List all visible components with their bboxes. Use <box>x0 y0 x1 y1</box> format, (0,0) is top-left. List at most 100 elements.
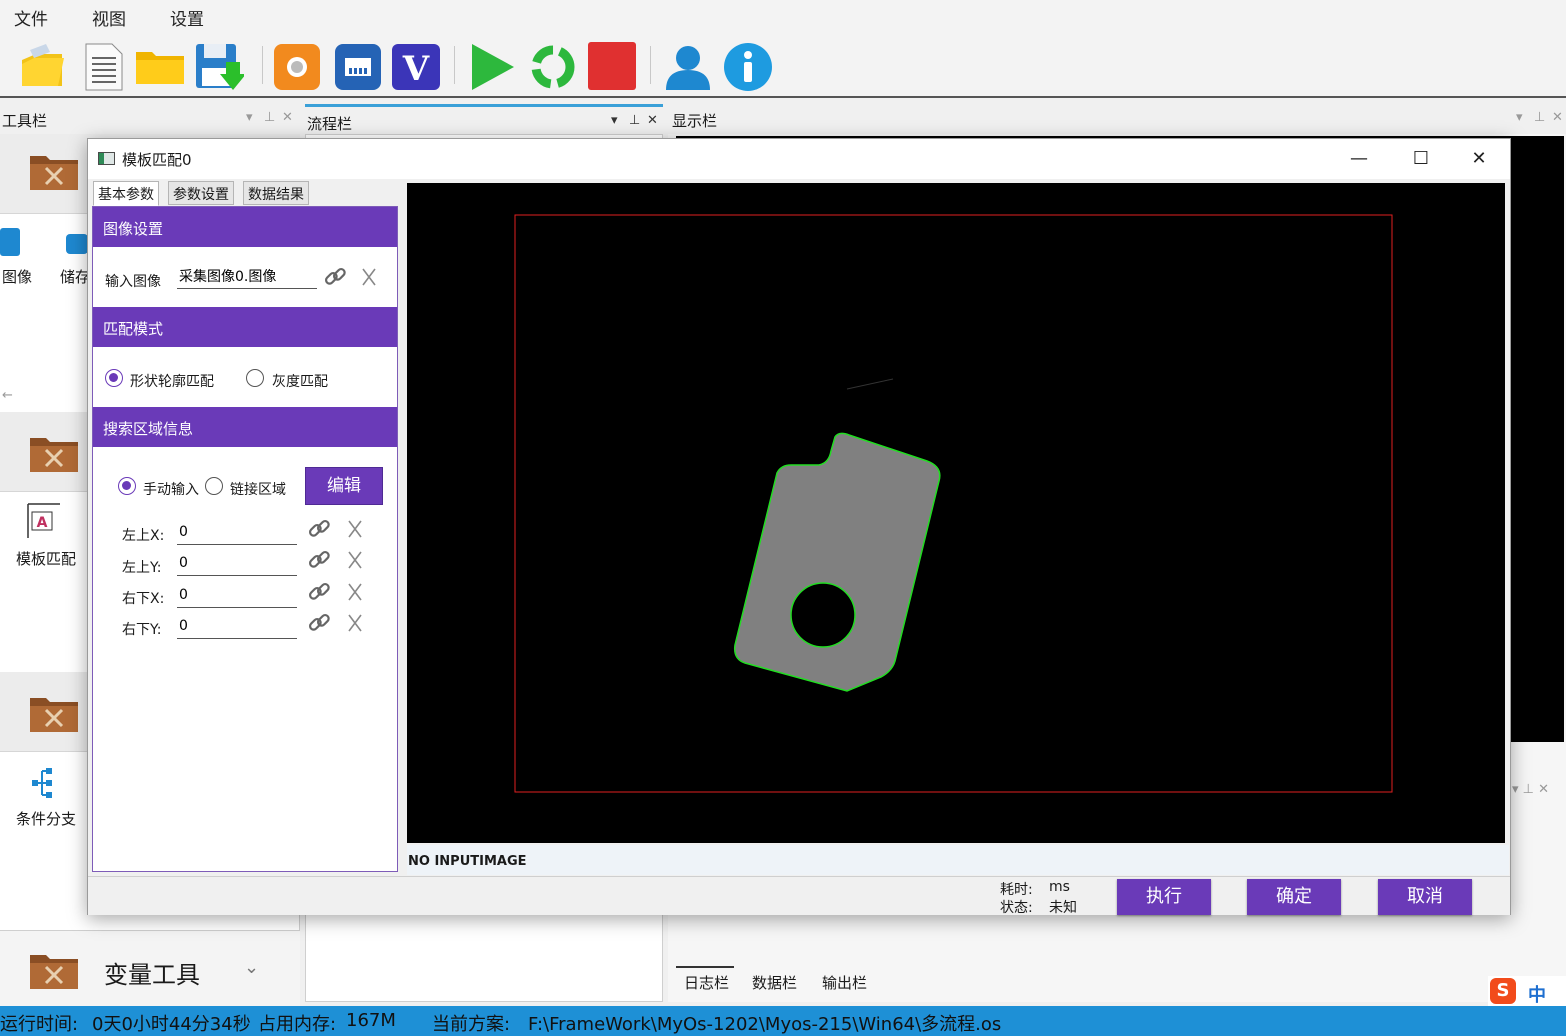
tab-data[interactable]: 数据栏 <box>752 972 797 993</box>
active-tab-indicator <box>676 966 734 968</box>
new-document-icon[interactable] <box>78 40 130 92</box>
maximize-icon[interactable]: ☐ <box>1398 145 1444 173</box>
link-icon[interactable] <box>307 580 331 604</box>
matched-part-contour <box>733 432 941 692</box>
close-icon[interactable]: ✕ <box>1456 145 1502 173</box>
tool-store-label: 储存 <box>60 268 91 286</box>
clear-icon[interactable] <box>343 580 367 604</box>
flow-pane-header: 流程栏 ▾ ⊥ ✕ <box>305 104 663 134</box>
scheme-value: F:\FrameWork\MyOs-1202\Myos-215\Win64\多流… <box>528 1014 1002 1035</box>
cancel-button[interactable]: 取消 <box>1378 879 1472 915</box>
link-icon[interactable] <box>307 517 331 541</box>
variable-tools-category[interactable]: 变量工具 ⌄ <box>0 930 300 1006</box>
scheme-label: 当前方案: <box>432 1014 511 1035</box>
folder-icon[interactable] <box>134 40 186 92</box>
top-left-x-input[interactable] <box>177 519 297 545</box>
clear-icon[interactable] <box>343 611 367 635</box>
display-pane-title: 显示栏 <box>672 112 718 130</box>
save-download-icon[interactable] <box>192 40 246 92</box>
variable-tools-label: 变量工具 <box>104 961 200 989</box>
svg-text:V: V <box>402 49 430 89</box>
minimize-icon[interactable]: — <box>1336 145 1382 173</box>
tab-basic-params[interactable]: 基本参数 <box>93 181 159 206</box>
dialog-title-bar[interactable]: 模板匹配0 — ☐ ✕ <box>88 139 1510 179</box>
toolbox-folder-icon <box>30 698 78 732</box>
pane-dropdown-icon[interactable]: ▾ <box>246 110 253 125</box>
ime-logo-icon: S <box>1490 978 1516 1004</box>
gray-match-label: 灰度匹配 <box>272 374 328 390</box>
toolbox-folder-icon <box>30 156 78 190</box>
clear-icon[interactable] <box>357 265 381 289</box>
menu-bar: 文件 视图 设置 <box>0 0 1566 32</box>
tab-output[interactable]: 输出栏 <box>822 972 867 993</box>
search-roi-rect[interactable] <box>514 214 1393 793</box>
stop-icon[interactable] <box>586 40 638 92</box>
pane-dropdown-icon[interactable]: ▾ <box>1516 110 1523 125</box>
svg-text:A: A <box>37 515 48 531</box>
close-icon[interactable]: ✕ <box>282 110 293 125</box>
loop-icon[interactable] <box>527 40 579 92</box>
link-icon[interactable] <box>323 265 347 289</box>
chevron-down-icon[interactable]: ⌄ <box>244 957 259 978</box>
link-icon[interactable] <box>307 611 331 635</box>
elapsed-unit: ms <box>1049 879 1070 895</box>
close-icon[interactable]: ✕ <box>1552 110 1563 125</box>
edit-region-button[interactable]: 编辑 <box>305 467 383 505</box>
clear-icon[interactable] <box>343 548 367 572</box>
match-mode-header: 匹配模式 <box>93 307 397 347</box>
info-icon[interactable] <box>722 40 774 92</box>
run-icon[interactable] <box>466 40 518 92</box>
state-value: 未知 <box>1049 900 1077 916</box>
pane-dropdown-icon[interactable]: ▾ <box>611 113 618 128</box>
user-icon[interactable] <box>662 40 714 92</box>
link-region-radio[interactable] <box>205 477 223 495</box>
tool-condition-branch[interactable]: 条件分支 <box>14 766 76 828</box>
pin-icon[interactable]: ⊥ <box>1534 110 1545 125</box>
pin-icon[interactable]: ⊥ <box>264 110 275 125</box>
tools-pane-title: 工具栏 <box>2 112 48 130</box>
network-icon[interactable] <box>333 40 385 92</box>
dialog-title: 模板匹配0 <box>122 151 192 169</box>
artifact-line <box>846 378 894 390</box>
gray-match-radio[interactable] <box>246 369 264 387</box>
pane-controls-icon[interactable]: ▾ ⊥ ✕ <box>1512 782 1549 797</box>
store-tool-icon <box>66 234 88 254</box>
shape-match-radio[interactable] <box>105 369 123 387</box>
tool-template-match-label: 模板匹配 <box>16 550 77 568</box>
bottom-right-x-input[interactable] <box>177 582 297 608</box>
tab-param-settings[interactable]: 参数设置 <box>168 181 234 205</box>
toolbar-separator <box>262 46 263 84</box>
tab-data-results[interactable]: 数据结果 <box>243 181 309 205</box>
ime-indicator[interactable]: S 中 <box>1488 976 1566 1006</box>
toolbar-separator <box>650 46 651 84</box>
menu-file[interactable]: 文件 <box>14 5 48 30</box>
bottom-right-y-input[interactable] <box>177 613 297 639</box>
ok-button[interactable]: 确定 <box>1247 879 1341 915</box>
v-icon[interactable]: V <box>392 40 444 92</box>
input-image-field[interactable] <box>177 263 317 289</box>
tool-template-match[interactable]: A 模板匹配 <box>14 502 76 568</box>
manual-input-radio[interactable] <box>118 477 136 495</box>
tool-image[interactable]: 图像 <box>0 226 32 286</box>
state-label: 状态: <box>1000 900 1033 916</box>
tab-log[interactable]: 日志栏 <box>684 972 729 993</box>
camera-icon[interactable] <box>272 40 324 92</box>
main-toolbar: V <box>0 32 1566 98</box>
search-region-header: 搜索区域信息 <box>93 407 397 447</box>
menu-settings[interactable]: 设置 <box>170 5 204 30</box>
link-icon[interactable] <box>307 548 331 572</box>
menu-view[interactable]: 视图 <box>92 5 126 30</box>
execute-button[interactable]: 执行 <box>1117 879 1211 915</box>
pin-icon[interactable]: ⊥ <box>629 113 640 128</box>
tool-store[interactable]: 储存 <box>60 226 90 286</box>
top-left-y-input[interactable] <box>177 550 297 576</box>
clear-icon[interactable] <box>343 517 367 541</box>
shape-match-label: 形状轮廓匹配 <box>130 374 214 390</box>
open-folder-icon[interactable] <box>16 40 68 92</box>
template-match-icon: A <box>27 503 60 538</box>
close-icon[interactable]: ✕ <box>647 113 658 128</box>
image-canvas[interactable] <box>407 183 1505 843</box>
scroll-left-icon[interactable]: ← <box>2 388 24 408</box>
tool-image-label: 图像 <box>2 268 33 286</box>
part-hole <box>790 582 856 648</box>
